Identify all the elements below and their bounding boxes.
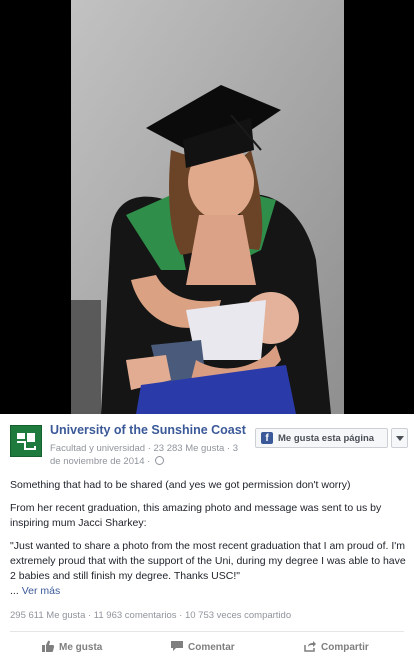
post-body: Something that had to be shared (and yes… (10, 478, 406, 607)
post-actions: Me gusta Comentar Compartir (0, 638, 414, 658)
like-label: Me gusta (59, 642, 103, 653)
post-meta: Facultad y universidad · 23 283 Me gusta… (50, 442, 260, 468)
page-logo[interactable] (10, 425, 42, 457)
post-quote: "Just wanted to share a photo from the m… (10, 540, 406, 582)
globe-icon (154, 456, 164, 465)
post-header: University of the Sunshine Coast Faculta… (8, 423, 408, 481)
post-paragraph-1: Something that had to be shared (and yes… (10, 479, 351, 491)
facebook-post: University of the Sunshine Coast Faculta… (0, 414, 414, 664)
share-label: Compartir (321, 642, 369, 653)
usc-logo-icon (11, 426, 41, 456)
comment-label: Comentar (188, 642, 235, 653)
thumbs-up-icon (42, 640, 54, 652)
post-meta-line1: Facultad y universidad · 23 283 Me gusta… (50, 443, 238, 454)
like-button[interactable]: Me gusta (42, 640, 102, 653)
post-paragraph-2: From her recent graduation, this amazing… (10, 502, 382, 529)
comment-icon (171, 641, 183, 651)
post-photo[interactable] (71, 0, 344, 414)
graduation-photo (71, 0, 344, 414)
facebook-icon: f (261, 432, 273, 444)
post-meta-line2[interactable]: de noviembre de 2014 · (50, 456, 150, 467)
chevron-down-icon (396, 436, 404, 441)
page-name-link[interactable]: University of the Sunshine Coast (50, 423, 246, 437)
like-page-button[interactable]: f Me gusta esta página (255, 428, 388, 448)
share-button[interactable]: Compartir (304, 640, 369, 653)
share-icon (304, 641, 316, 652)
see-more-link[interactable]: Ver más (22, 585, 61, 597)
post-ellipsis: ... (10, 585, 19, 597)
like-page-label: Me gusta esta página (278, 433, 375, 444)
divider (10, 631, 404, 632)
comment-button[interactable]: Comentar (171, 640, 235, 653)
post-options-button[interactable] (391, 428, 408, 448)
post-stats[interactable]: 295 611 Me gusta · 11 963 comentarios · … (10, 610, 291, 621)
post-photo-frame (0, 0, 414, 414)
post-paragraph-3: "Just wanted to share a photo from the m… (10, 539, 406, 599)
